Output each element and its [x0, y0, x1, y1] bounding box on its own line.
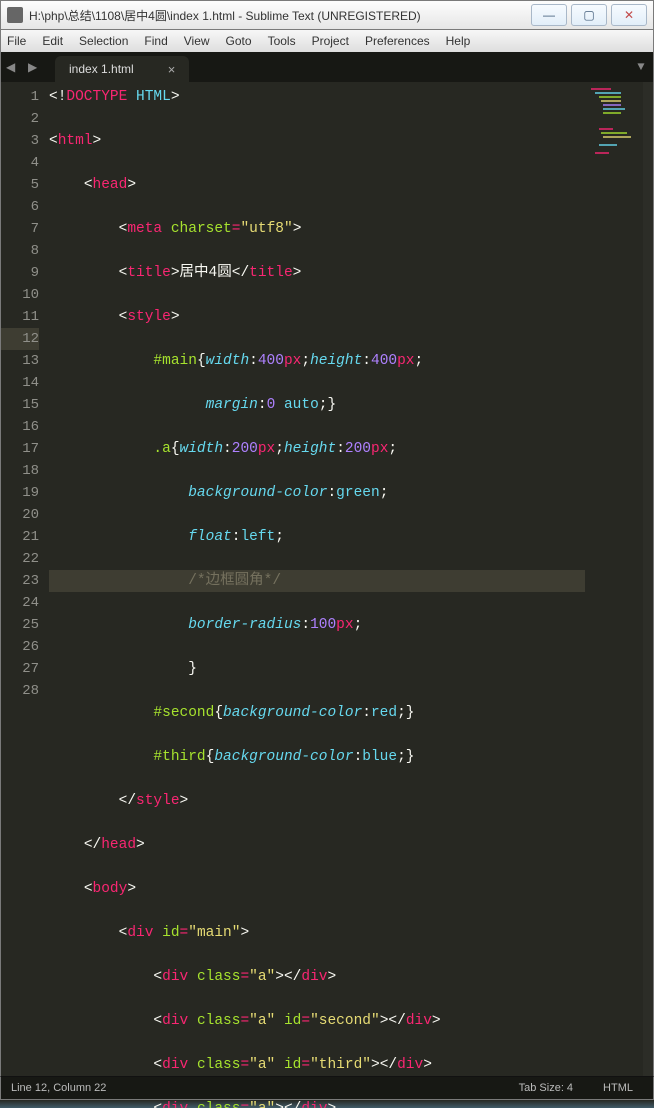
- menu-view[interactable]: View: [184, 34, 210, 48]
- menu-file[interactable]: File: [7, 34, 26, 48]
- nav-back-icon[interactable]: ◀: [6, 60, 20, 74]
- menu-preferences[interactable]: Preferences: [365, 34, 430, 48]
- line-number-gutter[interactable]: 1234567891011121314151617181920212223242…: [1, 82, 49, 1076]
- menu-project[interactable]: Project: [312, 34, 349, 48]
- maximize-button[interactable]: ▢: [571, 4, 607, 26]
- code-area[interactable]: <!DOCTYPE HTML> <html> <head> <meta char…: [49, 82, 585, 1076]
- menu-edit[interactable]: Edit: [42, 34, 63, 48]
- menu-selection[interactable]: Selection: [79, 34, 128, 48]
- editor: 1234567891011121314151617181920212223242…: [0, 82, 654, 1076]
- tab-label: index 1.html: [69, 62, 134, 76]
- menu-help[interactable]: Help: [446, 34, 471, 48]
- tab-close-icon[interactable]: ×: [168, 62, 176, 77]
- tab-dropdown-icon[interactable]: ▼: [634, 60, 648, 74]
- menu-find[interactable]: Find: [144, 34, 167, 48]
- vertical-scrollbar[interactable]: [643, 82, 653, 1076]
- tab-index-1-html[interactable]: index 1.html ×: [55, 56, 189, 82]
- syntax-indicator[interactable]: HTML: [593, 1082, 643, 1094]
- menu-goto[interactable]: Goto: [226, 34, 252, 48]
- window-title: H:\php\总结\1108\居中4圆\index 1.html - Subli…: [29, 7, 527, 24]
- tab-bar: ◀ ▶ index 1.html × ▼: [0, 52, 654, 82]
- window-titlebar: H:\php\总结\1108\居中4圆\index 1.html - Subli…: [0, 0, 654, 30]
- menu-tools[interactable]: Tools: [268, 34, 296, 48]
- close-button[interactable]: ✕: [611, 4, 647, 26]
- nav-forward-icon[interactable]: ▶: [28, 60, 42, 74]
- app-icon: [7, 7, 23, 23]
- menu-bar: File Edit Selection Find View Goto Tools…: [0, 30, 654, 52]
- minimap[interactable]: [585, 82, 643, 1076]
- minimize-button[interactable]: —: [531, 4, 567, 26]
